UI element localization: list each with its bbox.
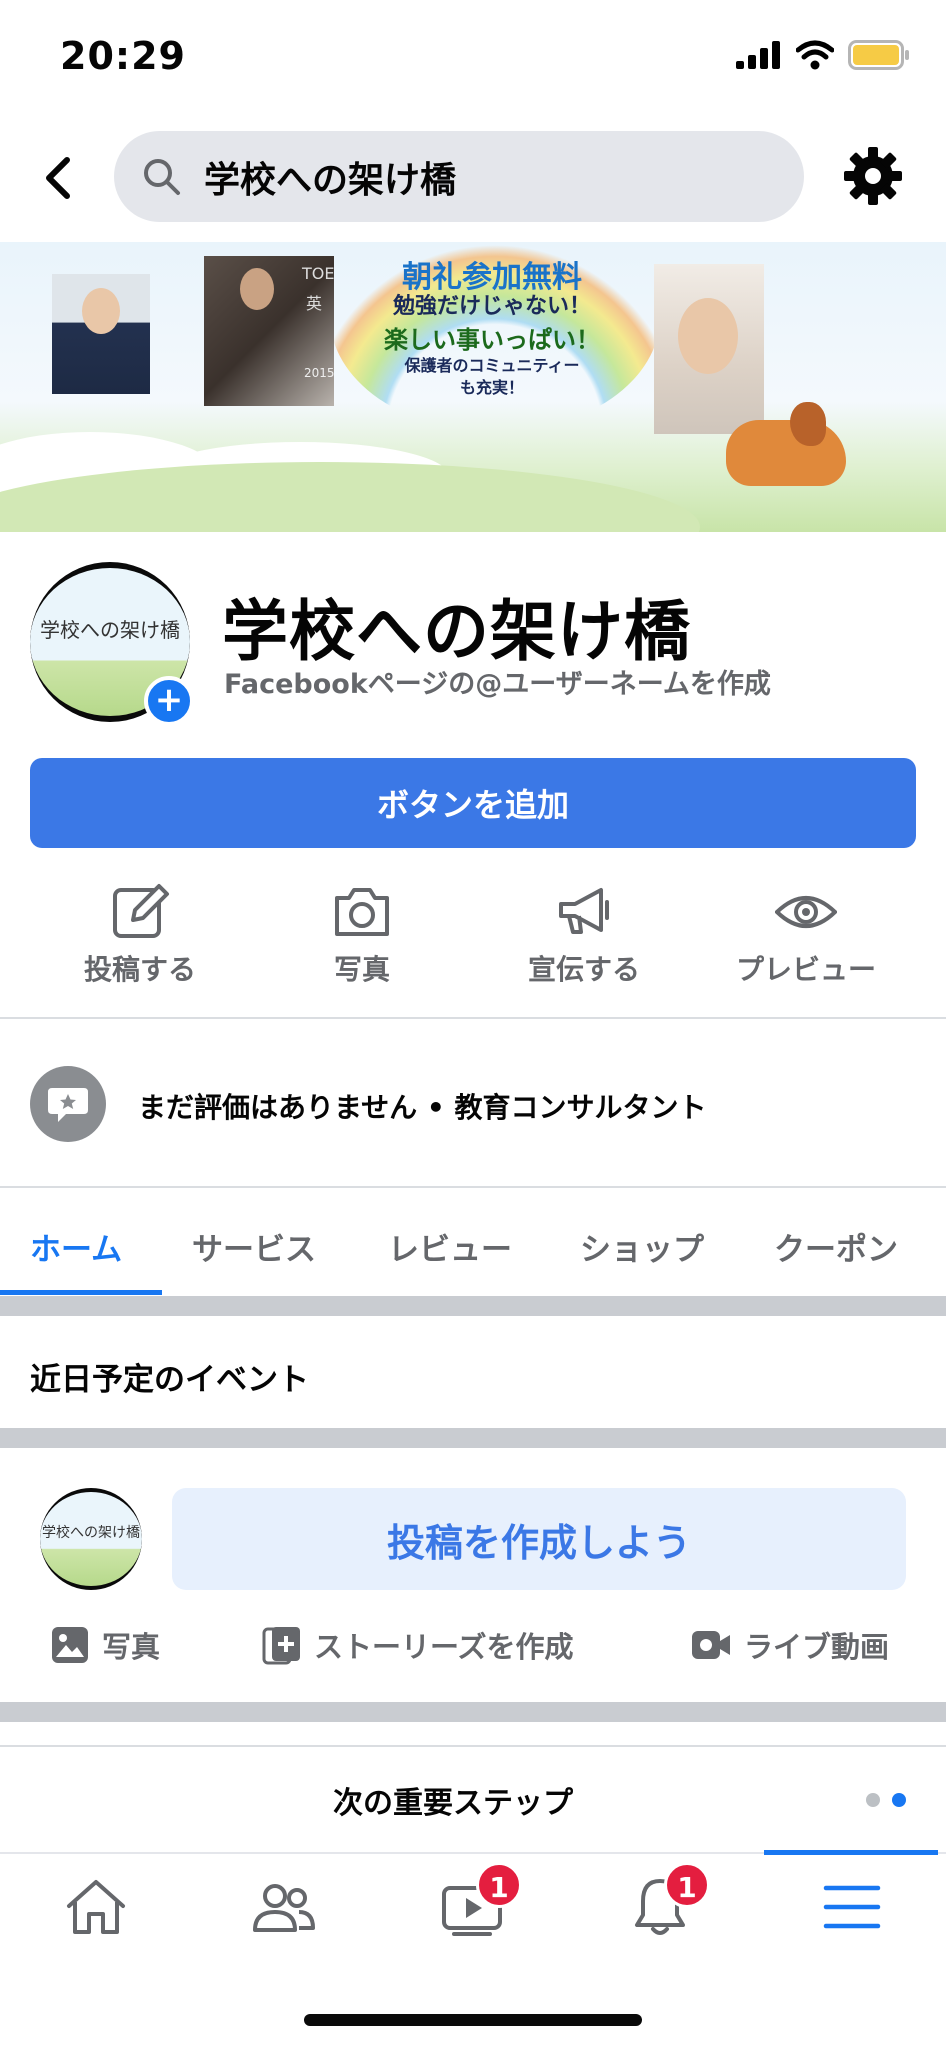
avatar-text: 学校への架け橋 [42, 1525, 140, 1541]
cover-speaker-photo: TOEF 英 2015 [204, 256, 334, 406]
nav-friends[interactable] [224, 1850, 344, 1964]
cover-photo[interactable]: TOEF 英 2015 朝礼参加無料 勉強だけじゃない！ 楽しい事いっぱい！ 保… [0, 242, 946, 532]
home-indicator[interactable] [304, 2014, 642, 2026]
search-icon [144, 158, 180, 195]
settings-button[interactable] [842, 145, 904, 207]
composer-avatar[interactable]: 学校への架け橋 [40, 1488, 142, 1590]
cover-text: 楽しい事いっぱい！ [384, 326, 600, 354]
notifications-badge: 1 [664, 1862, 710, 1908]
add-button[interactable]: ボタンを追加 [30, 758, 916, 848]
bottom-navigation: 1 1 [0, 1850, 946, 1964]
megaphone-icon [559, 888, 609, 934]
promote-action[interactable]: 宣伝する [484, 880, 684, 988]
gear-icon [844, 147, 902, 205]
battery-icon [848, 40, 909, 70]
status-time: 20:29 [60, 34, 186, 78]
add-story-icon [262, 1627, 300, 1665]
tab-reviews[interactable]: レビュー [388, 1224, 512, 1269]
people-icon [253, 1884, 315, 1932]
tab-home[interactable]: ホーム [30, 1224, 122, 1269]
tab-services[interactable]: サービス [192, 1224, 316, 1269]
live-video-button[interactable]: ライブ動画 [690, 1624, 889, 1666]
photo-post-button[interactable]: 写真 [50, 1624, 160, 1666]
tab-coupons[interactable]: クーポン [774, 1224, 898, 1269]
section-separator [0, 1702, 946, 1722]
preview-action[interactable]: プレビュー [706, 880, 906, 988]
dog-ear-illustration [790, 402, 826, 446]
photo-icon [52, 1627, 88, 1663]
rating-icon [30, 1066, 106, 1142]
cover-person-photo [52, 274, 150, 394]
tab-shop[interactable]: ショップ [580, 1224, 704, 1269]
edit-icon [113, 884, 169, 938]
dog-illustration [726, 420, 846, 486]
eye-icon [775, 896, 837, 928]
section-separator [0, 1428, 946, 1448]
carousel-dot-active [892, 1793, 906, 1807]
create-username-link[interactable]: Facebookページの@ユーザーネームを作成 [224, 662, 771, 701]
camera-icon [335, 888, 389, 936]
cover-text: 勉強だけじゃない！ [392, 294, 591, 319]
cover-woman-photo [654, 264, 764, 434]
divider [0, 1186, 946, 1188]
nav-menu[interactable] [792, 1850, 912, 1964]
cover-text: 保護者のコミュニティー [404, 356, 580, 375]
status-icons [736, 40, 910, 70]
nav-home[interactable] [36, 1850, 156, 1964]
signal-icon [736, 41, 780, 69]
next-steps-title: 次の重要ステップ [333, 1786, 573, 1821]
create-post-button[interactable]: 投稿を作成しよう [172, 1488, 906, 1590]
upcoming-events-title: 近日予定のイベント [30, 1362, 309, 1398]
divider [0, 1745, 946, 1747]
photo-action[interactable]: 写真 [262, 880, 462, 988]
cover-text: も充実！ [459, 378, 524, 397]
add-profile-photo-button[interactable]: + [144, 676, 194, 726]
video-camera-icon [692, 1631, 730, 1659]
active-tab-indicator [0, 1290, 162, 1295]
wifi-icon [796, 40, 834, 70]
hill-decoration [0, 462, 700, 532]
search-input[interactable]: 学校への架け橋 [114, 131, 804, 222]
home-icon [67, 1880, 125, 1934]
hamburger-menu-icon [823, 1885, 881, 1929]
post-action[interactable]: 投稿する [40, 880, 240, 988]
divider [0, 1017, 946, 1019]
action-row: 投稿する 写真 宣伝する プレビュー [0, 880, 946, 1000]
back-button[interactable] [30, 150, 86, 206]
watch-badge: 1 [476, 1862, 522, 1908]
page-name: 学校への架け橋 [222, 593, 691, 670]
nav-notifications[interactable]: 1 [600, 1850, 720, 1964]
create-story-button[interactable]: ストーリーズを作成 [262, 1624, 574, 1666]
review-bubble-icon [48, 1088, 88, 1122]
nav-watch[interactable]: 1 [412, 1850, 532, 1964]
chevron-left-icon [46, 157, 70, 199]
carousel-dot [866, 1793, 880, 1807]
search-query: 学校への架け橋 [204, 159, 457, 201]
section-separator [0, 1296, 946, 1316]
avatar-text: 学校への架け橋 [40, 618, 180, 642]
rating-category-text: まだ評価はありません • 教育コンサルタント [138, 1091, 707, 1124]
